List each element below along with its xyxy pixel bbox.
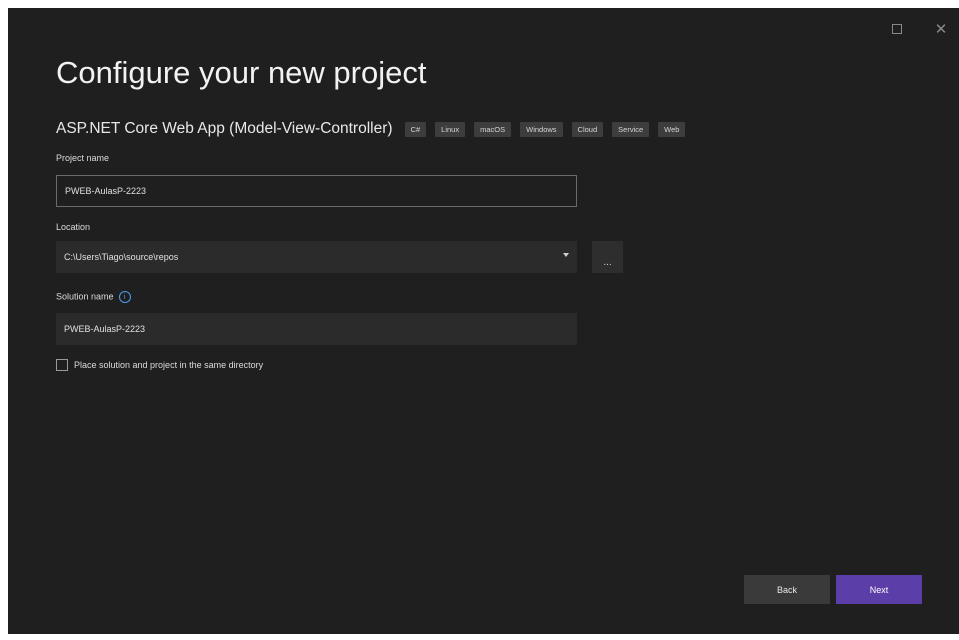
- template-name: ASP.NET Core Web App (Model-View-Control…: [56, 120, 393, 137]
- tag-web: Web: [658, 121, 686, 137]
- browse-ellipsis: ...: [603, 257, 612, 268]
- tag-windows: Windows: [520, 121, 563, 137]
- tag-csharp: C#: [404, 121, 427, 137]
- location-label: Location: [56, 222, 91, 232]
- solution-name-value: PWEB-AulasP-2223: [64, 324, 146, 334]
- project-name-value: PWEB-AulasP-2223: [65, 186, 147, 196]
- tag-cloud: Cloud: [571, 121, 604, 137]
- template-row: ASP.NET Core Web App (Model-View-Control…: [56, 120, 694, 138]
- close-button[interactable]: ✕: [929, 18, 953, 40]
- configure-project-dialog: ✕ Configure your new project ASP.NET Cor…: [8, 8, 959, 634]
- project-name-label: Project name: [56, 153, 110, 163]
- next-button[interactable]: Next: [836, 575, 922, 604]
- browse-location-button[interactable]: ...: [592, 241, 623, 273]
- close-icon: ✕: [934, 21, 948, 38]
- tag-service: Service: [612, 121, 650, 137]
- project-name-input[interactable]: PWEB-AulasP-2223: [56, 175, 577, 207]
- back-button[interactable]: Back: [744, 575, 830, 604]
- page-title: Configure your new project: [56, 55, 427, 90]
- solution-name-label-row: Solution name i: [56, 291, 131, 303]
- solution-name-label: Solution name: [56, 291, 114, 302]
- same-directory-checkbox[interactable]: [56, 359, 68, 371]
- tag-linux: Linux: [435, 121, 466, 137]
- maximize-button[interactable]: [885, 18, 909, 40]
- same-directory-label: Place solution and project in the same d…: [74, 360, 264, 370]
- tag-macos: macOS: [474, 121, 512, 137]
- solution-name-input[interactable]: PWEB-AulasP-2223: [56, 313, 577, 345]
- location-combobox[interactable]: C:\Users\Tiago\source\repos: [56, 241, 577, 273]
- maximize-icon: [892, 24, 902, 34]
- same-directory-option[interactable]: Place solution and project in the same d…: [56, 359, 263, 371]
- location-value: C:\Users\Tiago\source\repos: [64, 252, 179, 262]
- chevron-down-icon[interactable]: [563, 253, 569, 257]
- info-icon[interactable]: i: [118, 291, 131, 303]
